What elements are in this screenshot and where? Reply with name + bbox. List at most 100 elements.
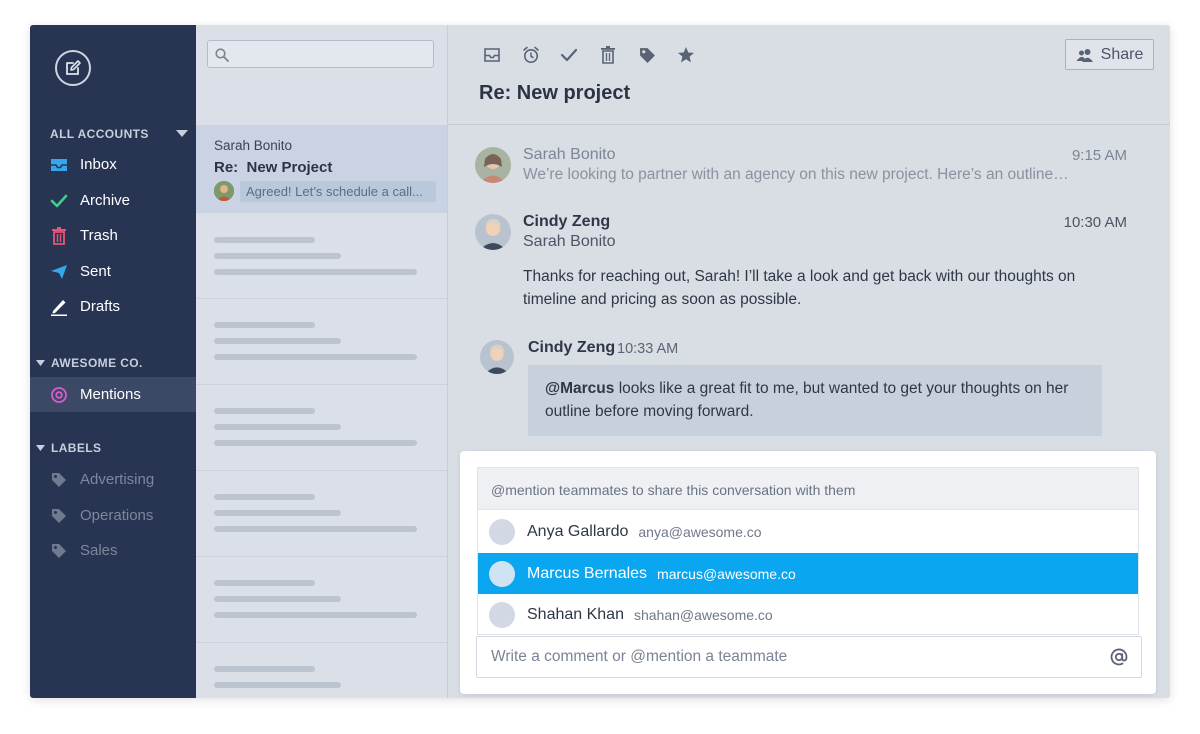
labels-label: LABELS (51, 441, 102, 455)
caret-down-icon (176, 130, 188, 137)
tag-icon (50, 507, 68, 525)
sidebar-item-inbox[interactable]: Inbox (30, 147, 196, 182)
comment-text: outline before moving forward. (545, 403, 754, 420)
thread-item-selected[interactable]: Sarah Bonito Re: New Project Agreed! Let… (196, 125, 447, 213)
mention-tag[interactable]: @Marcus (545, 380, 614, 397)
caret-down-icon (36, 444, 45, 451)
alarm-clock-icon[interactable] (521, 45, 541, 65)
all-accounts-label: ALL ACCOUNTS (50, 127, 149, 141)
conversation-subject: Re: New project (479, 82, 631, 104)
sidebar-label-operations[interactable]: Operations (30, 498, 196, 533)
message-sender: Sarah Bonito (523, 146, 616, 163)
mention-option-highlighted[interactable]: Marcus Bernales marcus@awesome.co (478, 553, 1138, 594)
mention-option-email: marcus@awesome.co (657, 565, 796, 582)
avatar (480, 340, 514, 374)
share-label: Share (1100, 45, 1144, 63)
sidebar-item-label: Inbox (80, 156, 117, 173)
avatar (489, 601, 515, 628)
sidebar-label-advertising[interactable]: Advertising (30, 462, 196, 497)
checkmark-icon (50, 192, 68, 210)
sidebar-item-label: Sales (80, 542, 118, 559)
mention-option-name: Anya Gallardo (527, 522, 629, 540)
sidebar-item-sent[interactable]: Sent (30, 254, 196, 289)
comment-input[interactable]: Write a comment or @mention a teammate (476, 636, 1142, 678)
comment-time: 10:33 AM (617, 341, 679, 357)
tag-icon (50, 542, 68, 560)
app-window: ALL ACCOUNTS Inbox Archive Trash Sent Dr… (30, 25, 1170, 698)
thread-list: Sarah Bonito Re: New Project Agreed! Let… (196, 25, 448, 698)
share-button[interactable]: Share (1065, 39, 1154, 70)
mention-dropdown-header: @mention teammates to share this convers… (478, 468, 1138, 510)
thread-item-placeholder[interactable] (196, 386, 447, 471)
star-icon[interactable] (676, 45, 696, 65)
sidebar-item-label: Drafts (80, 298, 121, 315)
mention-option-email: anya@awesome.co (638, 523, 762, 540)
search-input[interactable] (207, 40, 434, 68)
mention-option-name: Marcus Bernales (527, 564, 648, 582)
thread-item-placeholder[interactable] (196, 472, 447, 557)
thread-item-placeholder[interactable] (196, 558, 447, 643)
comment-author: Cindy Zeng (528, 339, 616, 356)
divider (448, 124, 1170, 125)
compose-icon (66, 60, 81, 75)
thread-preview: Agreed! Let’s schedule a call... (240, 181, 436, 202)
mention-option-name: Shahan Khan (527, 605, 624, 623)
message-body-line: Thanks for reaching out, Sarah! I’ll tak… (523, 268, 1076, 285)
sidebar-item-label: Sent (80, 263, 111, 280)
sidebar-item-trash[interactable]: Trash (30, 218, 196, 253)
compose-button[interactable] (55, 50, 91, 86)
sidebar-item-label: Mentions (80, 386, 141, 403)
awesome-co-header[interactable]: AWESOME CO. (30, 353, 196, 373)
trash-icon[interactable] (598, 45, 618, 65)
sidebar-item-mentions[interactable]: Mentions (30, 377, 196, 412)
comment-bubble: @Marcus looks like a great fit to me, bu… (528, 365, 1102, 436)
awesome-co-label: AWESOME CO. (51, 356, 143, 370)
thread-item-placeholder[interactable] (196, 644, 447, 698)
sidebar-item-drafts[interactable]: Drafts (30, 289, 196, 324)
comment-text: looks like a great fit to me, but wanted… (614, 380, 1069, 397)
thread-sender: Sarah Bonito (214, 138, 293, 153)
mention-option[interactable]: Anya Gallardo anya@awesome.co (478, 511, 1138, 552)
inbox-icon[interactable] (482, 45, 502, 65)
avatar (489, 518, 515, 545)
thread-item-placeholder[interactable] (196, 214, 447, 299)
caret-down-icon (36, 359, 45, 366)
message-time: 9:15 AM (1071, 147, 1127, 164)
avatar (475, 147, 511, 183)
thread-item-placeholder[interactable] (196, 300, 447, 385)
labels-header[interactable]: LABELS (30, 438, 196, 458)
message-body: Thanks for reaching out, Sarah! I’ll tak… (523, 265, 1075, 311)
avatar (475, 214, 511, 250)
conversation-pane: Share Re: New project Sarah Bonito 9:15 … (448, 25, 1170, 698)
sidebar: ALL ACCOUNTS Inbox Archive Trash Sent Dr… (30, 25, 196, 698)
tag-icon (50, 471, 68, 489)
paper-plane-icon (50, 263, 68, 281)
mention-dropdown: @mention teammates to share this convers… (477, 467, 1139, 635)
all-accounts-header[interactable]: ALL ACCOUNTS (30, 124, 196, 144)
sidebar-label-sales[interactable]: Sales (30, 533, 196, 568)
message-sender: Cindy Zeng (523, 213, 611, 230)
mention-option[interactable]: Shahan Khan shahan@awesome.co (478, 594, 1138, 635)
search-icon (215, 48, 229, 62)
inbox-icon (50, 156, 68, 174)
sidebar-item-label: Operations (80, 507, 154, 524)
checkmark-icon[interactable] (559, 45, 579, 65)
sidebar-item-archive[interactable]: Archive (30, 183, 196, 218)
tag-icon[interactable] (637, 45, 657, 65)
mention-option-email: shahan@awesome.co (633, 606, 773, 623)
message-preview: We’re looking to partner with an agency … (523, 166, 1069, 183)
at-sign-icon (50, 386, 68, 404)
avatar (489, 560, 515, 587)
sidebar-item-label: Archive (80, 192, 131, 209)
at-sign-icon[interactable] (1109, 647, 1129, 667)
avatar (214, 181, 234, 201)
message-body-line: timeline and pricing as soon as possible… (523, 291, 802, 308)
thread-subject: Re: New Project (214, 159, 333, 176)
comment-input-placeholder: Write a comment or @mention a teammate (491, 648, 788, 665)
sidebar-item-label: Trash (80, 227, 118, 244)
sidebar-item-label: Advertising (80, 471, 155, 488)
message-time: 10:30 AM (1063, 214, 1127, 231)
comment-composer: @mention teammates to share this convers… (460, 451, 1156, 694)
pencil-icon (50, 298, 68, 316)
message-recipient: Sarah Bonito (523, 233, 616, 250)
